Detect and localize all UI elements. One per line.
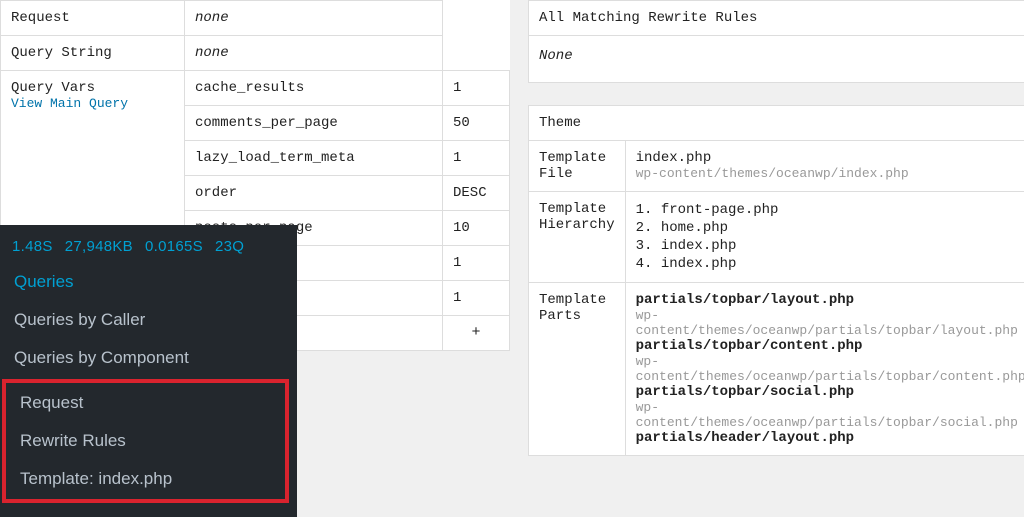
row-value: none — [185, 1, 443, 36]
rewrite-rules-header: All Matching Rewrite Rules — [528, 0, 1024, 36]
query-vars-label: Query Vars — [11, 80, 95, 96]
hierarchy-item: index.php — [636, 255, 1024, 273]
stat-dbtime: 0.0165S — [145, 238, 203, 255]
qv-key: comments_per_page — [185, 106, 443, 141]
template-hierarchy-list: front-page.php home.php index.php index.… — [625, 192, 1024, 283]
part-path: wp-content/themes/oceanwp/partials/topba… — [636, 354, 1024, 384]
part-name: partials/topbar/layout.php — [636, 292, 854, 308]
template-file-label: Template File — [529, 141, 626, 192]
qv-key: cache_results — [185, 71, 443, 106]
qv-val: 1 — [443, 281, 510, 316]
panel-item-rewrite-rules[interactable]: Rewrite Rules — [6, 422, 285, 460]
template-hierarchy-label: Template Hierarchy — [529, 192, 626, 283]
template-hierarchy-row: Template Hierarchy front-page.php home.p… — [529, 192, 1024, 283]
panel-item-queries-by-caller[interactable]: Queries by Caller — [0, 301, 297, 339]
highlight-annotation: Request Rewrite Rules Template: index.ph… — [2, 379, 289, 503]
view-main-query-link[interactable]: View Main Query — [11, 96, 128, 111]
query-monitor-panel: 1.48S 27,948KB 0.0165S 23Q Queries Queri… — [0, 225, 297, 517]
part-path: wp-content/themes/oceanwp/partials/topba… — [636, 308, 1024, 338]
template-parts-row: Template Parts partials/topbar/layout.ph… — [529, 283, 1024, 456]
qv-key: lazy_load_term_meta — [185, 141, 443, 176]
panel-item-request[interactable]: Request — [6, 384, 285, 422]
row-label: Request — [1, 1, 185, 36]
template-parts-list: partials/topbar/layout.php wp-content/th… — [625, 283, 1024, 456]
template-file-name: index.php — [636, 150, 1024, 166]
panel-item-queries[interactable]: Queries — [0, 263, 297, 301]
theme-table: Theme Template File index.php wp-content… — [528, 105, 1024, 456]
table-row: Query String none — [1, 36, 510, 71]
table-row: Request none — [1, 1, 510, 36]
qv-val: 1 — [443, 71, 510, 106]
template-file-path: wp-content/themes/oceanwp/index.php — [636, 166, 1024, 181]
qv-val: 1 — [443, 141, 510, 176]
template-file-row: Template File index.php wp-content/theme… — [529, 141, 1024, 192]
qv-key: order — [185, 176, 443, 211]
hierarchy-item: index.php — [636, 237, 1024, 255]
template-file-value: index.php wp-content/themes/oceanwp/inde… — [625, 141, 1024, 192]
part-name: partials/topbar/content.php — [636, 338, 863, 354]
panel-item-queries-by-component[interactable]: Queries by Component — [0, 339, 297, 377]
expand-button[interactable]: + — [443, 316, 510, 351]
qv-val: 10 — [443, 211, 510, 246]
stat-queries: 23Q — [215, 238, 244, 255]
stat-time: 1.48S — [12, 238, 53, 255]
panel-stats: 1.48S 27,948KB 0.0165S 23Q — [0, 225, 297, 263]
table-row-qv-0: Query Vars View Main Query cache_results… — [1, 71, 510, 106]
row-label: Query String — [1, 36, 185, 71]
part-name: partials/header/layout.php — [636, 430, 854, 446]
row-value: none — [185, 36, 443, 71]
part-path: wp-content/themes/oceanwp/partials/topba… — [636, 400, 1024, 430]
qv-val: 50 — [443, 106, 510, 141]
theme-header: Theme — [529, 106, 1024, 141]
panel-item-template[interactable]: Template: index.php — [6, 460, 285, 498]
qv-val: DESC — [443, 176, 510, 211]
qv-val: 1 — [443, 246, 510, 281]
part-name: partials/topbar/social.php — [636, 384, 854, 400]
hierarchy-item: home.php — [636, 219, 1024, 237]
stat-memory: 27,948KB — [65, 238, 133, 255]
rewrite-rules-none: None — [528, 36, 1024, 83]
hierarchy-item: front-page.php — [636, 201, 1024, 219]
template-parts-label: Template Parts — [529, 283, 626, 456]
